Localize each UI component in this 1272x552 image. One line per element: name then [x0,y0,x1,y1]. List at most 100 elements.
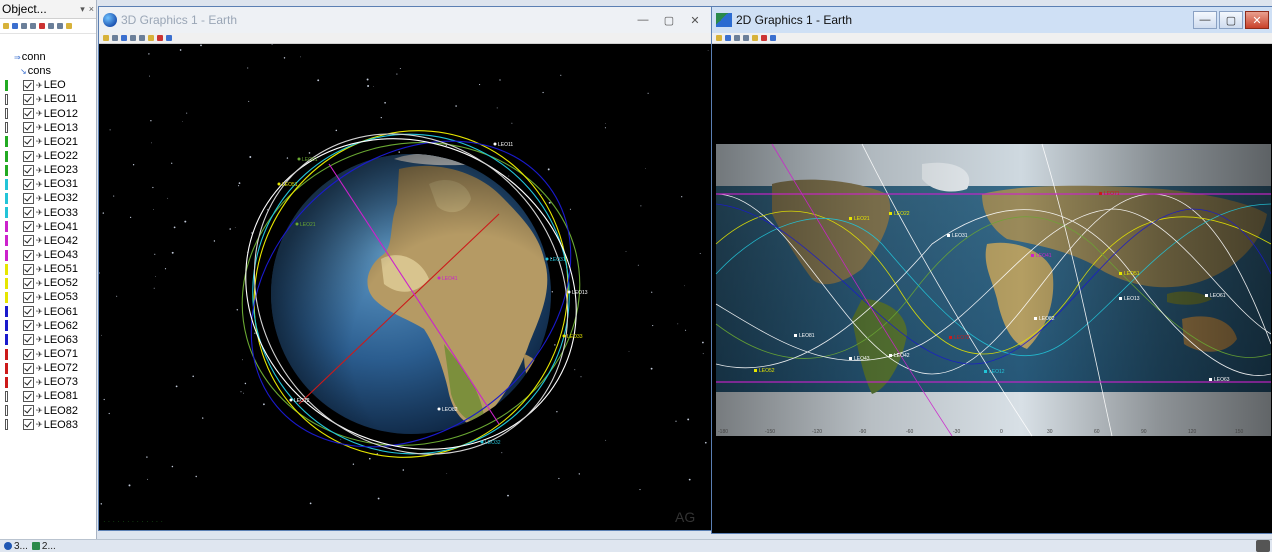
tree-item[interactable]: ✈ LEO [0,78,96,92]
satellite-marker[interactable] [947,234,950,237]
folder-icon[interactable] [3,23,9,29]
tree-item[interactable]: ✈ LEO62 [0,319,96,333]
edit-icon[interactable] [57,23,63,29]
maximize-button[interactable]: ▢ [1219,11,1243,29]
satellite-marker[interactable] [984,370,987,373]
rotate-icon[interactable] [121,35,127,41]
tree-item[interactable]: ✈ LEO43 [0,248,96,262]
satellite-marker[interactable] [562,334,566,338]
properties-icon[interactable] [48,23,54,29]
pan-icon[interactable] [130,35,136,41]
visibility-checkbox[interactable] [23,79,34,91]
zoom-out-icon[interactable] [734,35,740,41]
satellite-marker[interactable] [437,276,441,280]
satellite-marker[interactable] [849,217,852,220]
tree-item[interactable]: ✈ LEO42 [0,234,96,248]
tree-item[interactable]: ✈ LEO53 [0,290,96,304]
visibility-checkbox[interactable] [23,136,34,148]
tree-item[interactable]: ✈ LEO52 [0,276,96,290]
visibility-checkbox[interactable] [23,122,34,134]
tree-item[interactable]: ✈ LEO33 [0,206,96,220]
tree-item[interactable]: ✈ LEO11 [0,92,96,106]
tree-item[interactable]: ✈ LEO21 [0,135,96,149]
satellite-marker[interactable] [849,357,852,360]
window-2d-titlebar[interactable]: 2D Graphics 1 - Earth — ▢ ✕ [712,7,1272,33]
light-icon[interactable] [148,35,154,41]
tree-item[interactable]: ↘ cons [0,64,96,78]
satellite-marker[interactable] [1205,294,1208,297]
visibility-checkbox[interactable] [23,306,34,318]
visibility-checkbox[interactable] [23,192,34,204]
visibility-checkbox[interactable] [23,405,34,417]
pin-icon[interactable]: ▾ [80,4,85,15]
globe-settings-icon[interactable] [770,35,776,41]
app-icon[interactable] [1256,540,1270,552]
visibility-checkbox[interactable] [23,362,34,374]
satellite-marker[interactable] [754,369,757,372]
satellite-marker[interactable] [289,398,293,402]
visibility-checkbox[interactable] [23,277,34,289]
satellite-marker[interactable] [949,336,952,339]
satellite-marker[interactable] [1119,297,1122,300]
visibility-checkbox[interactable] [23,150,34,162]
visibility-checkbox[interactable] [23,376,34,388]
tree-item[interactable]: ✈ LEO41 [0,220,96,234]
pan-icon[interactable] [743,35,749,41]
globe-settings-icon[interactable] [166,35,172,41]
close-icon[interactable]: × [89,4,94,14]
close-button[interactable]: ✕ [1245,11,1269,29]
maximize-button[interactable]: ▢ [657,11,681,29]
satellite-marker[interactable] [889,354,892,357]
tree-item[interactable]: ✈ LEO73 [0,375,96,389]
visibility-checkbox[interactable] [23,178,34,190]
satellite-marker[interactable] [480,440,484,444]
satellite-marker[interactable] [277,182,281,186]
tree-item[interactable]: ✈ LEO61 [0,305,96,319]
satellite-marker[interactable] [794,334,797,337]
tree-item[interactable]: ✈ LEO13 [0,121,96,135]
home-icon[interactable] [103,35,109,41]
visibility-checkbox[interactable] [23,263,34,275]
zoom-in-icon[interactable] [725,35,731,41]
satellite-marker[interactable] [1099,192,1102,195]
cut-icon[interactable] [30,23,36,29]
tree-item[interactable]: ✈ LEO83 [0,418,96,432]
viewport-3d[interactable]: LEO41 LEO51 LEO21 LEO31 LEO11 LEO12 LEO82 LEO33… [99,44,711,530]
visibility-checkbox[interactable] [23,419,34,431]
delete-icon[interactable] [39,23,45,29]
tree-item[interactable]: ✈ LEO71 [0,347,96,361]
satellite-marker[interactable] [437,407,441,411]
minimize-button[interactable]: — [631,11,655,29]
home-icon[interactable] [716,35,722,41]
satellite-marker[interactable] [1119,272,1122,275]
tools-icon[interactable] [66,23,72,29]
visibility-checkbox[interactable] [23,93,34,105]
visibility-checkbox[interactable] [23,334,34,346]
visibility-checkbox[interactable] [23,320,34,332]
tree-item[interactable]: ✈ LEO12 [0,107,96,121]
grid-icon[interactable] [21,23,27,29]
tree-item[interactable]: ⇒ conn [0,50,96,64]
record-icon[interactable] [761,35,767,41]
tree-item[interactable]: ✈ LEO82 [0,404,96,418]
satellite-marker[interactable] [545,257,549,261]
satellite-marker[interactable] [889,212,892,215]
taskbar-item-3d[interactable]: 3... [4,541,28,552]
tree-item[interactable]: ✈ LEO72 [0,361,96,375]
visibility-checkbox[interactable] [23,164,34,176]
tree-item[interactable]: ✈ LEO31 [0,177,96,191]
viewport-2d[interactable]: LEO71 LEO21 LEO31 LEO41 LEO51 LEO61 LEO13 LEO22… [712,44,1272,533]
satellite-marker[interactable] [297,157,301,161]
measure-icon[interactable] [157,35,163,41]
visibility-checkbox[interactable] [23,348,34,360]
window-3d-titlebar[interactable]: 3D Graphics 1 - Earth — ▢ ✕ [99,7,711,33]
tree-item[interactable]: ✈ LEO63 [0,333,96,347]
satellite-marker[interactable] [295,222,299,226]
zoom-icon[interactable] [112,35,118,41]
view-from-icon[interactable] [139,35,145,41]
properties-icon[interactable] [752,35,758,41]
visibility-checkbox[interactable] [23,390,34,402]
tree-item[interactable]: ✈ LEO81 [0,389,96,403]
tree-item[interactable]: ✈ LEO51 [0,262,96,276]
close-button[interactable]: ✕ [683,11,707,29]
